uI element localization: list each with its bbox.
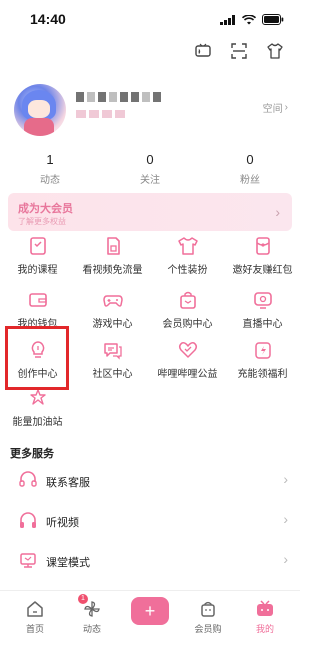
tv-icon [255, 599, 275, 619]
nav-label: 动态 [82, 624, 101, 634]
chat-icon [102, 339, 124, 361]
stats-row: 1 动态 0 关注 0 粉丝 [0, 152, 300, 186]
grid-label: 个性装扮 [167, 265, 208, 276]
course-icon [27, 235, 49, 257]
user-info-pixelated [76, 110, 125, 118]
service-item-classroom-mode[interactable]: 课堂模式 › [0, 542, 300, 578]
classroom-icon [18, 550, 38, 570]
energy-icon [252, 339, 274, 361]
red-packet-icon [252, 235, 274, 257]
grid-label: 会员购中心 [162, 319, 213, 330]
status-bar: 14:40 [0, 0, 300, 36]
service-label: 课堂模式 [46, 557, 90, 569]
grid-label: 能量加油站 [12, 417, 63, 428]
avatar[interactable] [14, 84, 66, 136]
profile-header[interactable]: 空间 › [14, 84, 288, 136]
gamepad-icon [102, 289, 124, 311]
grid-label: 哔哩哔哩公益 [157, 369, 218, 380]
headphones-icon [18, 510, 38, 530]
shopping-bag-icon [177, 289, 199, 311]
shopping-bag-icon [198, 599, 218, 619]
grid-item-free-data[interactable]: 看视频免流量 [75, 235, 150, 283]
nav-member-shop[interactable]: 会员购 [178, 599, 238, 635]
chevron-right-icon: › [283, 551, 288, 567]
headset-icon [18, 470, 38, 490]
highlight-box [5, 326, 69, 390]
grid-label: 邀好友赚红包 [232, 265, 293, 276]
grid-label: 直播中心 [242, 319, 283, 330]
more-services-title: 更多服务 [10, 448, 54, 460]
vip-banner[interactable]: 成为大会员 了解更多权益 › [8, 193, 292, 231]
service-label: 听视频 [46, 517, 79, 529]
grid-item-community-center[interactable]: 社区中心 [75, 339, 150, 387]
grid-label: 游戏中心 [92, 319, 133, 330]
nav-label: 我的 [255, 624, 274, 634]
stat-followers[interactable]: 0 粉丝 [200, 152, 300, 186]
dress-up-icon[interactable] [266, 42, 284, 60]
grid-label: 充能领福利 [237, 369, 288, 380]
nav-label: 会员购 [194, 624, 222, 634]
space-link[interactable]: 空间 › [263, 100, 288, 115]
chevron-right-icon: › [283, 511, 288, 527]
grid-label: 看视频免流量 [82, 265, 143, 276]
vip-title: 成为大会员 [18, 203, 73, 215]
bottom-nav: 首页 1 动态 + 会员购 我的 [0, 590, 300, 650]
nav-label: 首页 [25, 624, 44, 634]
status-time: 14:40 [30, 11, 66, 27]
vip-subtitle: 了解更多权益 [18, 217, 66, 226]
stat-dynamics[interactable]: 1 动态 [0, 152, 100, 186]
shirt-icon [177, 235, 199, 257]
publish-plus-button[interactable]: + [131, 597, 169, 625]
chevron-right-icon: › [283, 471, 288, 487]
nav-mine[interactable]: 我的 [235, 599, 295, 635]
grid-item-game-center[interactable]: 游戏中心 [75, 289, 150, 337]
username-pixelated [76, 92, 161, 102]
grid-label: 我的课程 [17, 265, 58, 276]
space-label: 空间 [262, 104, 283, 115]
signal-icon [220, 12, 236, 30]
grid-item-live-center[interactable]: 直播中心 [225, 289, 300, 337]
grid-item-dress-up[interactable]: 个性装扮 [150, 235, 225, 283]
battery-icon [262, 12, 284, 30]
service-label: 联系客服 [46, 477, 90, 489]
energy-station-icon [27, 387, 49, 409]
chevron-right-icon: › [284, 102, 288, 113]
grid-item-energy-welfare[interactable]: 充能领福利 [225, 339, 300, 387]
nav-dynamics[interactable]: 1 动态 [62, 594, 122, 635]
heart-icon [177, 339, 199, 361]
grid-item-member-shop[interactable]: 会员购中心 [150, 289, 225, 337]
service-item-customer-service[interactable]: 联系客服 › [0, 462, 300, 498]
service-item-listen-video[interactable]: 听视频 › [0, 502, 300, 538]
top-actions [194, 42, 284, 60]
sim-card-icon [102, 235, 124, 257]
stat-label: 动态 [40, 175, 60, 186]
live-icon [252, 289, 274, 311]
notification-badge: 1 [78, 594, 88, 604]
grid-label: 社区中心 [92, 369, 133, 380]
nav-home[interactable]: 首页 [5, 599, 65, 635]
stat-value: 1 [46, 152, 54, 167]
scan-icon[interactable] [230, 42, 248, 60]
stat-following[interactable]: 0 关注 [100, 152, 200, 186]
grid-item-charity[interactable]: 哔哩哔哩公益 [150, 339, 225, 387]
stat-label: 粉丝 [240, 175, 260, 186]
pinwheel-icon: 1 [78, 594, 102, 619]
plus-icon: + [144, 601, 156, 621]
grid-item-energy-station[interactable]: 能量加油站 [0, 387, 75, 435]
wallet-icon [27, 289, 49, 311]
grid-item-invite[interactable]: 邀好友赚红包 [225, 235, 300, 283]
status-icons [220, 12, 284, 30]
stat-label: 关注 [140, 175, 160, 186]
home-icon [25, 599, 45, 619]
stat-value: 0 [246, 152, 254, 167]
stat-value: 0 [146, 152, 154, 167]
wifi-icon [241, 12, 257, 30]
cast-icon[interactable] [194, 42, 212, 60]
chevron-right-icon: › [275, 204, 280, 220]
grid-item-my-course[interactable]: 我的课程 [0, 235, 75, 283]
